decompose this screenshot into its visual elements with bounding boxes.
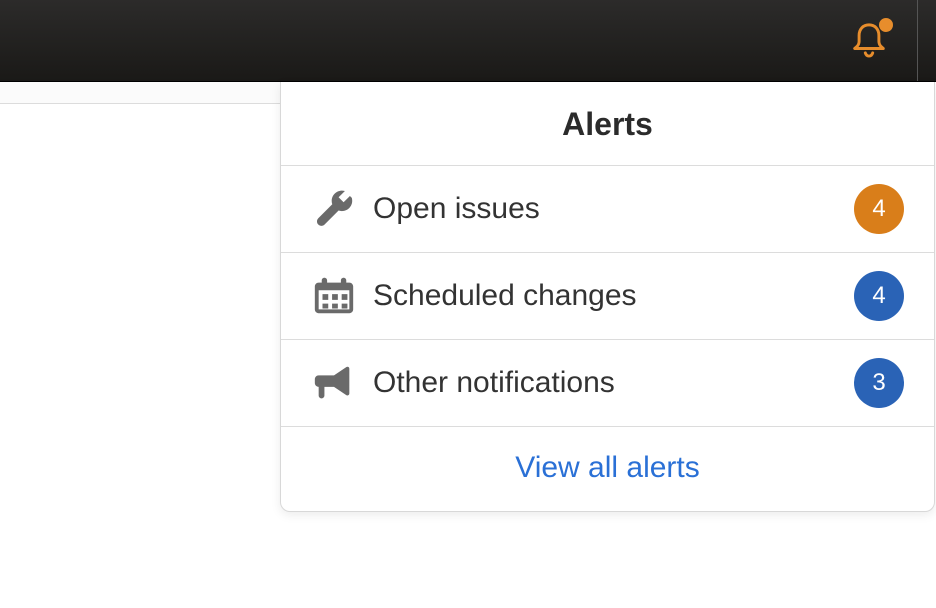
megaphone-icon <box>311 360 373 406</box>
alerts-count-badge: 4 <box>854 184 904 234</box>
alerts-row-label: Scheduled changes <box>373 279 854 313</box>
alerts-footer: View all alerts <box>281 427 934 511</box>
notifications-button[interactable] <box>847 0 918 81</box>
secondary-bar <box>0 82 280 104</box>
notification-indicator-dot <box>879 18 893 32</box>
calendar-icon <box>311 273 373 319</box>
alerts-row-open-issues[interactable]: Open issues 4 <box>281 166 934 253</box>
alerts-row-other-notifications[interactable]: Other notifications 3 <box>281 340 934 427</box>
alerts-row-label: Other notifications <box>373 366 854 400</box>
alerts-count-badge: 4 <box>854 271 904 321</box>
top-nav-bar <box>0 0 936 82</box>
alerts-dropdown: Alerts Open issues 4 Scheduled changes 4 <box>280 82 935 512</box>
alerts-panel-title: Alerts <box>281 82 934 166</box>
alerts-row-label: Open issues <box>373 192 854 226</box>
wrench-icon <box>311 186 373 232</box>
alerts-row-scheduled-changes[interactable]: Scheduled changes 4 <box>281 253 934 340</box>
view-all-alerts-link[interactable]: View all alerts <box>515 451 700 484</box>
alerts-count-badge: 3 <box>854 358 904 408</box>
